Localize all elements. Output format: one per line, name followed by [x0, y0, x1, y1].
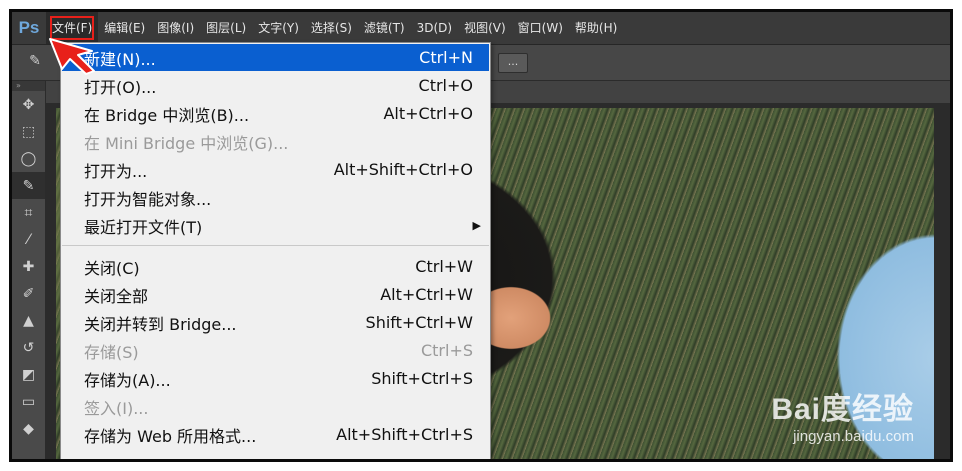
- menu-item-label: 存储(S): [84, 342, 139, 362]
- healing-brush-icon[interactable]: ✚: [12, 253, 45, 280]
- blur-icon[interactable]: ◆: [12, 415, 45, 442]
- menu-item-label: 关闭(C): [84, 258, 140, 278]
- crop-icon[interactable]: ⌗: [12, 199, 45, 226]
- clone-stamp-icon[interactable]: ▲: [12, 307, 45, 334]
- menu-item-label: 关闭并转到 Bridge...: [84, 314, 237, 334]
- photoshop-logo: Ps: [18, 18, 40, 37]
- menu-image[interactable]: 图像(I): [151, 12, 200, 44]
- menu-item-shortcut: Shift+Ctrl+S: [371, 369, 473, 388]
- menu-item-label: 关闭全部: [84, 286, 149, 306]
- menu-item-save: 存储(S) Ctrl+S: [62, 337, 489, 364]
- eyedropper-icon[interactable]: ⁄: [12, 226, 45, 253]
- photoshop-window: Ps 文件(F) 编辑(E) 图像(I) 图层(L) 文字(Y) 选择(S) 滤…: [9, 9, 953, 462]
- baidu-watermark: Bai度经验 jingyan.baidu.com: [771, 384, 914, 445]
- menu-item-shortcut: Alt+Ctrl+O: [383, 104, 473, 123]
- panel-grip-icon[interactable]: »: [12, 81, 45, 91]
- tools-panel: » ✥ ⬚ ◯ ✎ ⌗ ⁄ ✚ ✐ ▲ ↺ ◩ ▭ ◆: [12, 81, 46, 459]
- watermark-brand: Bai度经验: [771, 393, 914, 426]
- watermark-url: jingyan.baidu.com: [793, 428, 914, 445]
- menu-item-save-as[interactable]: 存储为(A)... Shift+Ctrl+S: [62, 365, 489, 392]
- menu-type[interactable]: 文字(Y): [252, 12, 305, 44]
- menu-filter[interactable]: 滤镜(T): [358, 12, 411, 44]
- brush-icon[interactable]: ✐: [12, 280, 45, 307]
- menu-view[interactable]: 视图(V): [458, 12, 512, 44]
- menu-item-shortcut: Alt+Shift+Ctrl+S: [336, 425, 473, 444]
- file-menu-dropdown: 新建(N)... Ctrl+N 打开(O)... Ctrl+O 在 Bridge…: [60, 42, 491, 459]
- quick-select-icon[interactable]: ✎: [24, 53, 46, 71]
- menu-item-open-smart-object[interactable]: 打开为智能对象...: [62, 184, 489, 211]
- quick-select-icon[interactable]: ✎: [12, 172, 45, 199]
- menu-item-label: 存储为(A)...: [84, 370, 171, 390]
- menu-item-check-in: 签入(I)...: [62, 393, 489, 420]
- menu-item-open-recent[interactable]: 最近打开文件(T) ▶: [62, 212, 489, 239]
- menu-item-browse-mini-bridge: 在 Mini Bridge 中浏览(G)...: [62, 128, 489, 155]
- menu-item-label: 最近打开文件(T): [84, 217, 203, 237]
- annotation-arrow-icon: [49, 38, 95, 75]
- menu-item-shortcut: Ctrl+W: [415, 257, 473, 276]
- menu-item-label: 在 Mini Bridge 中浏览(G)...: [84, 133, 289, 153]
- menu-edit[interactable]: 编辑(E): [98, 12, 151, 44]
- menu-item-label: 在 Bridge 中浏览(B)...: [84, 105, 250, 125]
- menu-item-shortcut: Ctrl+S: [420, 341, 473, 360]
- move-icon[interactable]: ✥: [12, 91, 45, 118]
- menu-item-shortcut: Alt+Shift+Ctrl+O: [333, 160, 473, 179]
- menu-item-shortcut: Ctrl+N: [419, 48, 473, 67]
- menu-item-save-for-web[interactable]: 存储为 Web 所用格式... Alt+Shift+Ctrl+S: [62, 421, 489, 448]
- lasso-icon[interactable]: ◯: [12, 145, 45, 172]
- menu-bar: Ps 文件(F) 编辑(E) 图像(I) 图层(L) 文字(Y) 选择(S) 滤…: [12, 12, 950, 45]
- menu-item-browse-bridge[interactable]: 在 Bridge 中浏览(B)... Alt+Ctrl+O: [62, 100, 489, 127]
- options-more-button[interactable]: ...: [498, 53, 528, 73]
- menu-item-shortcut: Ctrl+O: [418, 76, 473, 95]
- menu-item-close[interactable]: 关闭(C) Ctrl+W: [62, 253, 489, 280]
- menu-item-close-all[interactable]: 关闭全部 Alt+Ctrl+W: [62, 281, 489, 308]
- marquee-icon[interactable]: ⬚: [12, 118, 45, 145]
- menu-layer[interactable]: 图层(L): [200, 12, 252, 44]
- menu-item-label: 存储为 Web 所用格式...: [84, 426, 257, 446]
- menu-item-open[interactable]: 打开(O)... Ctrl+O: [62, 72, 489, 99]
- menu-item-close-go-bridge[interactable]: 关闭并转到 Bridge... Shift+Ctrl+W: [62, 309, 489, 336]
- menu-item-shortcut: Shift+Ctrl+W: [365, 313, 473, 332]
- menu-3d[interactable]: 3D(D): [411, 12, 458, 44]
- eraser-icon[interactable]: ◩: [12, 361, 45, 388]
- menu-separator: [62, 245, 489, 246]
- menu-item-label: 打开为智能对象...: [84, 189, 212, 209]
- menu-item-label: 打开为...: [84, 161, 148, 181]
- menu-select[interactable]: 选择(S): [305, 12, 358, 44]
- history-brush-icon[interactable]: ↺: [12, 334, 45, 361]
- gradient-icon[interactable]: ▭: [12, 388, 45, 415]
- menu-item-label: 签入(I)...: [84, 398, 149, 418]
- submenu-arrow-icon: ▶: [472, 219, 481, 232]
- menu-window[interactable]: 窗口(W): [512, 12, 569, 44]
- menu-item-open-as[interactable]: 打开为... Alt+Shift+Ctrl+O: [62, 156, 489, 183]
- menu-item-label: 打开(O)...: [84, 77, 157, 97]
- menu-item-new[interactable]: 新建(N)... Ctrl+N: [62, 44, 489, 71]
- menu-item-shortcut: Alt+Ctrl+W: [380, 285, 473, 304]
- menu-help[interactable]: 帮助(H): [569, 12, 623, 44]
